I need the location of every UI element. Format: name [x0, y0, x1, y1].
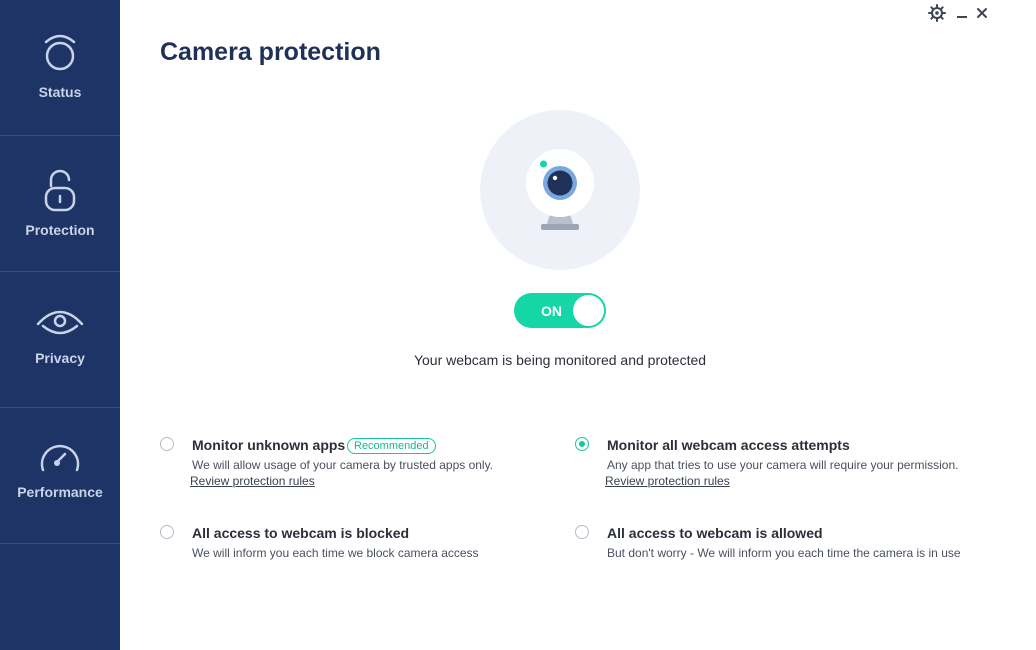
eye-icon	[35, 300, 85, 340]
option-description: Any app that tries to use your camera wi…	[607, 458, 959, 472]
sidebar-divider	[0, 543, 120, 544]
option-title: All access to webcam is blocked	[192, 525, 410, 541]
webcam-icon	[480, 149, 640, 274]
minimize-icon	[956, 5, 968, 26]
sidebar-item-status[interactable]: Status	[0, 32, 120, 100]
radio-monitor-all-attempts[interactable]	[575, 437, 589, 451]
toggle-label: ON	[541, 303, 562, 319]
sidebar-divider	[0, 271, 120, 272]
sidebar-divider	[0, 135, 120, 136]
radio-monitor-unknown-apps[interactable]	[160, 437, 174, 451]
minimize-button[interactable]	[954, 6, 970, 24]
gear-icon	[928, 3, 946, 27]
close-icon	[976, 6, 988, 24]
sidebar-divider	[0, 407, 120, 408]
recommended-badge: Recommended	[347, 438, 436, 454]
page-title: Camera protection	[160, 38, 381, 66]
status-text: Your webcam is being monitored and prote…	[413, 352, 707, 368]
sidebar-item-protection[interactable]: Protection	[0, 168, 120, 238]
unlocked-padlock-icon	[42, 168, 78, 212]
status-ring-icon	[42, 32, 78, 74]
sidebar-item-label: Privacy	[35, 350, 85, 366]
option-title: Monitor all webcam access attempts	[607, 437, 850, 453]
settings-button[interactable]	[927, 3, 947, 27]
toggle-knob	[573, 295, 604, 326]
radio-access-blocked[interactable]	[160, 525, 174, 539]
gauge-icon	[37, 438, 83, 474]
sidebar: Status Protection Privacy Performance	[0, 0, 120, 650]
camera-protection-toggle[interactable]: ON	[514, 293, 606, 328]
radio-access-allowed[interactable]	[575, 525, 589, 539]
option-title: Monitor unknown apps	[192, 437, 346, 453]
close-button[interactable]	[974, 6, 990, 24]
option-title: All access to webcam is allowed	[607, 525, 823, 541]
sidebar-item-privacy[interactable]: Privacy	[0, 300, 120, 366]
option-description: But don't worry - We will inform you eac…	[607, 546, 961, 560]
webcam-illustration	[480, 110, 640, 270]
review-protection-rules-link[interactable]: Review protection rules	[605, 474, 730, 488]
sidebar-item-performance[interactable]: Performance	[0, 438, 120, 500]
option-description: We will inform you each time we block ca…	[192, 546, 479, 560]
sidebar-item-label: Performance	[17, 484, 103, 500]
option-description: We will allow usage of your camera by tr…	[192, 458, 494, 472]
sidebar-item-label: Protection	[25, 222, 95, 238]
review-protection-rules-link[interactable]: Review protection rules	[190, 474, 315, 488]
sidebar-item-label: Status	[38, 84, 82, 100]
